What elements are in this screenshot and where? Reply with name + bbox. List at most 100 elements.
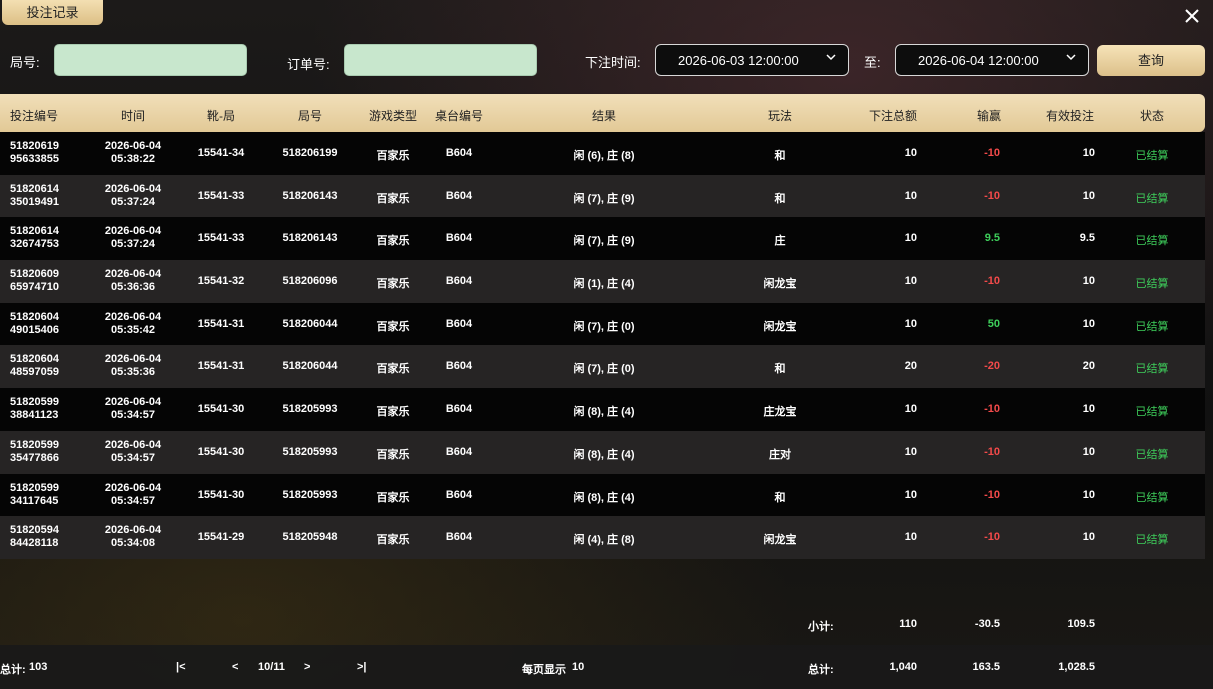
table-number: B604: [445, 531, 473, 544]
bet-id-line1: 51820594: [10, 524, 59, 537]
table-number: B604: [445, 317, 473, 330]
shoe-round: 15541-33: [197, 189, 245, 202]
game-type: 百家乐: [376, 278, 410, 291]
round-number: 518205948: [282, 531, 338, 544]
last-page-button[interactable]: >|: [357, 661, 367, 673]
valid-bet: 20: [1082, 360, 1095, 373]
col-win-loss: 输赢: [976, 109, 1002, 123]
next-page-button[interactable]: >: [304, 661, 310, 673]
result: 闲 (8), 庄 (4): [573, 448, 635, 461]
bet-date: 2026-06-04: [104, 481, 162, 494]
bet-id-line2: 35019491: [10, 195, 59, 208]
result: 闲 (8), 庄 (4): [573, 406, 635, 419]
col-time: 时间: [120, 109, 146, 123]
table-row: 51820609 65974710 2026-06-04 05:36:36 15541-…: [0, 260, 1205, 303]
round-number: 518206199: [282, 147, 338, 159]
total-count-value: 103: [29, 661, 48, 673]
game-type: 百家乐: [376, 534, 410, 547]
table-number: B604: [445, 403, 473, 416]
subtotal-valid: 109.5: [1067, 618, 1095, 630]
bet-id: 51820614 32674753: [10, 225, 59, 251]
col-round: 局号: [297, 109, 323, 123]
shoe-round: 15541-30: [197, 403, 245, 416]
per-page-value[interactable]: 10: [572, 661, 584, 673]
valid-bet: 10: [1082, 488, 1095, 501]
round-number: 518206143: [282, 189, 338, 202]
col-bet-total: 下注总额: [868, 109, 918, 123]
bet-id-line2: 48597059: [10, 366, 59, 379]
table-row: 51820619 95633855 2026-06-04 05:38:22 15541-…: [0, 132, 1205, 175]
table-number: B604: [445, 360, 473, 373]
result: 闲 (4), 庄 (8): [573, 534, 635, 547]
status-badge: 已结算: [1135, 192, 1169, 205]
bet-clock: 05:34:57: [110, 494, 156, 507]
bet-time: 2026-06-04 05:35:36: [105, 353, 161, 379]
end-time-select[interactable]: 2026-06-04 12:00:00: [895, 44, 1089, 76]
win-loss: -20: [984, 360, 1000, 373]
first-page-button[interactable]: |<: [176, 661, 186, 673]
round-number: 518205993: [282, 445, 338, 458]
col-table: 桌台编号: [434, 109, 484, 123]
round-input[interactable]: [54, 44, 247, 76]
close-icon[interactable]: [1183, 8, 1201, 26]
game-type: 百家乐: [376, 320, 410, 333]
table-row: 51820594 84428118 2026-06-04 05:34:08 15541-…: [0, 516, 1205, 559]
valid-bet: 10: [1082, 147, 1095, 159]
bet-amount: 10: [904, 317, 917, 330]
subtotal-label: 小计:: [808, 621, 834, 633]
table-number: B604: [445, 189, 473, 202]
prev-page-button[interactable]: <: [232, 661, 238, 673]
status-badge: 已结算: [1135, 363, 1169, 376]
col-status: 状态: [1139, 109, 1165, 123]
win-loss: -10: [984, 488, 1000, 501]
order-label: 订单号:: [287, 57, 330, 72]
bet-clock: 05:37:24: [110, 195, 156, 208]
table-row: 51820604 49015406 2026-06-04 05:35:42 15541-…: [0, 302, 1205, 346]
play-type: 闲龙宝: [763, 278, 797, 291]
bet-date: 2026-06-04: [104, 396, 162, 409]
table-number: B604: [445, 488, 473, 501]
game-type: 百家乐: [376, 448, 410, 461]
status-badge: 已结算: [1135, 320, 1169, 333]
game-type: 百家乐: [376, 192, 410, 205]
table-row: 51820599 34117645 2026-06-04 05:34:57 15541-…: [0, 473, 1205, 517]
bet-table-body: 51820619 95633855 2026-06-04 05:38:22 15541-…: [0, 132, 1205, 559]
win-loss: -10: [984, 147, 1000, 159]
bet-amount: 10: [904, 403, 917, 416]
valid-bet: 10: [1082, 189, 1095, 202]
round-number: 518206044: [282, 360, 338, 373]
bet-id: 51820599 34117645: [10, 482, 59, 508]
bet-time: 2026-06-04 05:34:57: [105, 396, 161, 422]
bet-date: 2026-06-04: [104, 268, 162, 281]
bet-id-line2: 32674753: [10, 238, 59, 251]
bet-time: 2026-06-04 05:34:57: [105, 482, 161, 508]
bet-clock: 05:37:24: [110, 238, 156, 251]
start-time-select[interactable]: 2026-06-03 12:00:00: [655, 44, 849, 76]
play-type: 闲龙宝: [763, 320, 797, 333]
bet-amount: 10: [904, 147, 917, 159]
game-type: 百家乐: [376, 491, 410, 504]
bet-id-line1: 51820599: [10, 481, 59, 494]
bet-date: 2026-06-04: [104, 438, 162, 451]
table-number: B604: [445, 445, 473, 458]
start-time-value: 2026-06-03 12:00:00: [678, 52, 799, 68]
win-loss: -10: [984, 275, 1000, 288]
bet-time: 2026-06-04 05:38:22: [105, 140, 161, 166]
table-number: B604: [445, 275, 473, 288]
bet-id-line1: 51820604: [10, 353, 59, 366]
col-bet-id: 投注编号: [10, 109, 59, 123]
bet-date: 2026-06-04: [104, 353, 162, 366]
shoe-round: 15541-31: [197, 317, 245, 330]
bet-time: 2026-06-04 05:37:24: [105, 225, 161, 251]
play-type: 和: [774, 150, 786, 162]
shoe-round: 15541-34: [197, 147, 245, 159]
game-type: 百家乐: [376, 235, 410, 248]
query-button[interactable]: 查询: [1097, 45, 1205, 76]
play-type: 庄对: [769, 448, 791, 461]
round-number: 518205993: [282, 488, 338, 501]
win-loss: 50: [987, 317, 1000, 330]
order-input[interactable]: [344, 44, 537, 76]
status-badge: 已结算: [1135, 150, 1169, 162]
result: 闲 (7), 庄 (9): [573, 192, 635, 205]
game-type: 百家乐: [376, 150, 410, 162]
